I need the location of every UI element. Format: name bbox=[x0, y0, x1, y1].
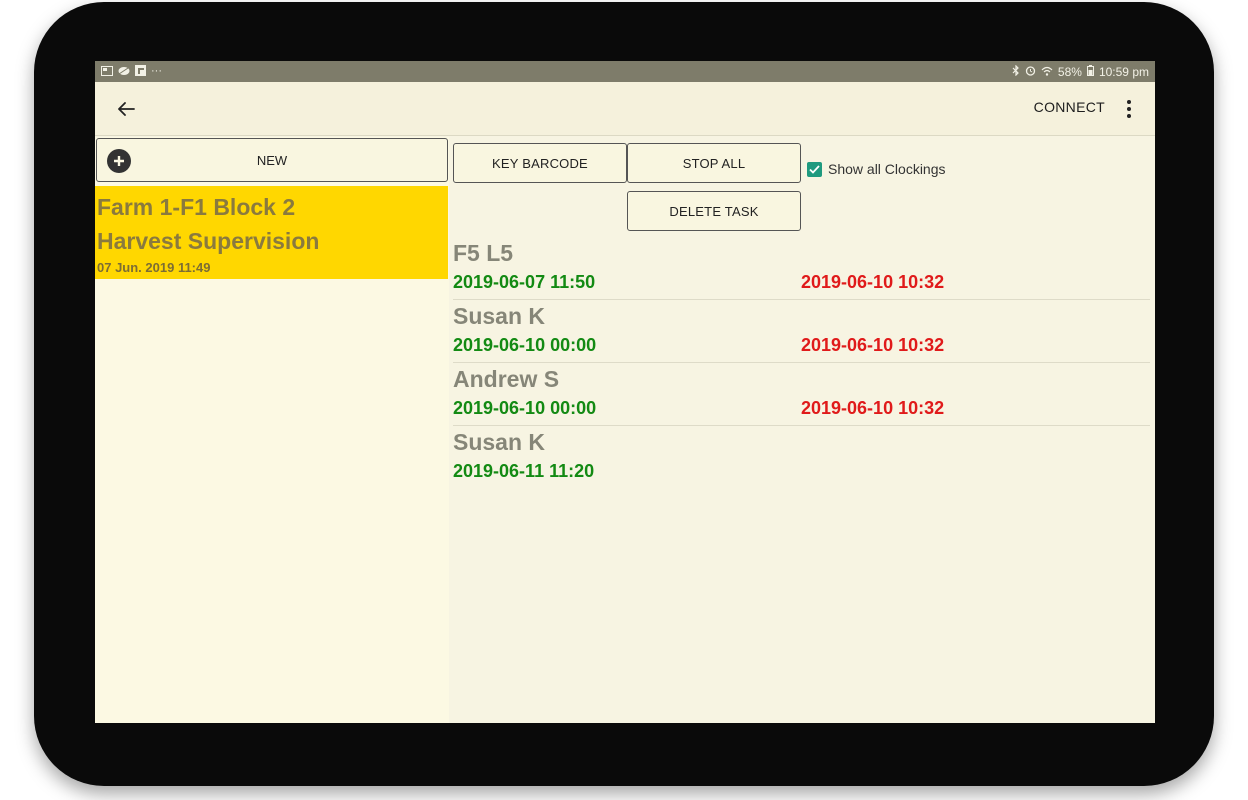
leaf-icon bbox=[118, 65, 130, 79]
task-timestamp: 07 Jun. 2019 11:49 bbox=[97, 260, 211, 275]
overflow-dot bbox=[1127, 114, 1131, 118]
clocking-worker-name: Andrew S bbox=[453, 366, 560, 392]
clocking-row[interactable]: Susan K 2019-06-10 00:00 2019-06-10 10:3… bbox=[453, 300, 1150, 363]
task-list-pane: NEW Farm 1-F1 Block 2 Harvest Supervisio… bbox=[95, 137, 449, 723]
task-list-item[interactable]: Farm 1-F1 Block 2 Harvest Supervision 07… bbox=[95, 186, 448, 279]
clocking-in-time: 2019-06-11 11:20 bbox=[453, 461, 595, 481]
connect-button[interactable]: CONNECT bbox=[1034, 99, 1105, 115]
clocking-row[interactable]: F5 L5 2019-06-07 11:50 2019-06-10 10:32 bbox=[453, 237, 1150, 300]
action-bar: CONNECT bbox=[95, 82, 1155, 136]
new-task-label: NEW bbox=[256, 152, 288, 168]
clocking-row[interactable]: Andrew S 2019-06-10 00:00 2019-06-10 10:… bbox=[453, 363, 1150, 426]
delete-task-button[interactable]: DELETE TASK bbox=[627, 191, 801, 231]
show-all-clockings-label: Show all Clockings bbox=[828, 161, 946, 177]
wifi-icon bbox=[1041, 65, 1053, 79]
overflow-menu-button[interactable] bbox=[1119, 96, 1139, 122]
battery-percent: 58% bbox=[1057, 64, 1082, 79]
bluetooth-icon bbox=[1012, 64, 1020, 79]
stop-all-button[interactable]: STOP ALL bbox=[627, 143, 801, 183]
task-title-line2: Harvest Supervision bbox=[97, 228, 320, 254]
clocking-worker-name: Susan K bbox=[453, 429, 546, 455]
arrow-left-icon bbox=[118, 102, 135, 116]
checkbox-checked-icon[interactable] bbox=[807, 161, 822, 177]
clocking-list: F5 L5 2019-06-07 11:50 2019-06-10 10:32 … bbox=[453, 237, 1150, 489]
overflow-dot bbox=[1127, 107, 1131, 111]
screenshot-icon bbox=[101, 65, 113, 79]
clocking-in-time: 2019-06-10 00:00 bbox=[453, 335, 597, 355]
app-screen: ··· 58% 10:59 pm CONNECT NEW Farm 1-F1 B… bbox=[95, 61, 1155, 723]
key-barcode-button[interactable]: KEY BARCODE bbox=[453, 143, 627, 183]
more-notifications-icon: ··· bbox=[151, 65, 162, 77]
clocking-in-time: 2019-06-10 00:00 bbox=[453, 398, 597, 418]
alarm-icon bbox=[1025, 65, 1036, 79]
new-task-button[interactable]: NEW bbox=[96, 138, 448, 182]
clocking-out-time: 2019-06-10 10:32 bbox=[801, 272, 945, 292]
status-bar: ··· 58% 10:59 pm bbox=[95, 61, 1155, 82]
battery-icon bbox=[1086, 64, 1094, 79]
clocking-worker-name: Susan K bbox=[453, 303, 546, 329]
flipboard-icon bbox=[135, 64, 146, 79]
task-title-line1: Farm 1-F1 Block 2 bbox=[97, 194, 296, 220]
clocking-out-time: 2019-06-10 10:32 bbox=[801, 398, 945, 418]
overflow-dot bbox=[1127, 100, 1131, 104]
clockings-pane: KEY BARCODE STOP ALL Show all Clockings … bbox=[449, 137, 1155, 723]
clock-time: 10:59 pm bbox=[1098, 64, 1149, 79]
clocking-worker-name: F5 L5 bbox=[453, 240, 514, 266]
clocking-row[interactable]: Susan K 2019-06-11 11:20 bbox=[453, 426, 1150, 489]
add-circle-icon bbox=[107, 149, 131, 173]
back-button[interactable] bbox=[111, 94, 141, 124]
show-all-clockings-toggle[interactable]: Show all Clockings bbox=[807, 161, 946, 177]
clocking-out-time: 2019-06-10 10:32 bbox=[801, 335, 945, 355]
clocking-in-time: 2019-06-07 11:50 bbox=[453, 272, 596, 292]
